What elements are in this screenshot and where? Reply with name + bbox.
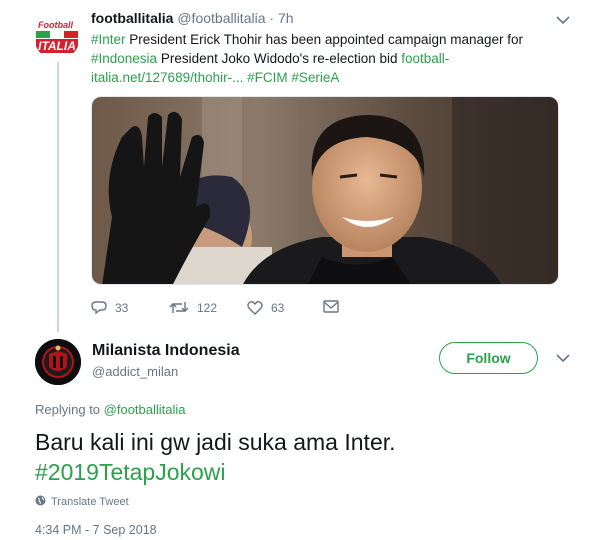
tweet1-photo[interactable]	[91, 96, 559, 285]
hashtag-2019tetapjokowi[interactable]: #2019TetapJokowi	[35, 457, 575, 487]
replying-to-handle[interactable]: @footballitalia	[104, 402, 186, 417]
message-icon	[323, 300, 339, 313]
like-count: 63	[271, 300, 285, 315]
tweet2-text: Baru kali ini gw jadi suka ama Inter. #2…	[35, 427, 575, 487]
translate-tweet[interactable]: Translate Tweet	[35, 495, 129, 509]
chevron-down-icon[interactable]	[556, 15, 572, 27]
tweet2-text-line: Baru kali ini gw jadi suka ama Inter.	[35, 429, 396, 455]
tweet1-time[interactable]: 7h	[278, 10, 294, 26]
retweet-count: 122	[197, 300, 218, 315]
reply-action[interactable]: 33	[91, 300, 128, 315]
hashtag-seriea[interactable]: #SerieA	[291, 70, 339, 85]
footballitalia-avatar[interactable]: Football ITALIA	[34, 14, 80, 60]
tweet1-author-handle[interactable]: @footballitalia	[177, 10, 265, 26]
avatar-logo-text-bottom: ITALIA	[36, 39, 78, 53]
thread-connector-line	[57, 62, 59, 332]
chevron-down-icon[interactable]	[556, 353, 572, 365]
replying-to-prefix: Replying to	[35, 402, 104, 417]
avatar-flag-stripe	[36, 31, 78, 38]
retweet-action[interactable]: 122	[169, 300, 217, 315]
avatar-logo-text-top: Football	[38, 20, 73, 30]
tweet2-timestamp[interactable]: 4:34 PM - 7 Sep 2018	[35, 523, 157, 537]
hashtag-inter[interactable]: #Inter	[91, 32, 126, 47]
replying-to: Replying to @footballitalia	[35, 402, 186, 417]
reply-icon	[91, 300, 107, 315]
retweet-icon	[169, 300, 189, 315]
hashtag-fcim[interactable]: #FCIM	[247, 70, 288, 85]
translate-label: Translate Tweet	[51, 496, 129, 508]
like-icon	[247, 300, 263, 315]
tweet2-author-handle[interactable]: @addict_milan	[92, 364, 178, 379]
tweet1-author-name[interactable]: footballitalia	[91, 10, 173, 26]
tweet1-separator: ·	[269, 10, 275, 26]
tweet2-author-name[interactable]: Milanista Indonesia	[92, 342, 240, 360]
tweet1-text: #Inter President Erick Thohir has been a…	[91, 30, 551, 87]
hashtag-indonesia[interactable]: #Indonesia	[91, 51, 157, 66]
globe-icon	[35, 495, 46, 509]
tweet1-text-segment: President Joko Widodo's re-election bid	[157, 51, 402, 66]
like-action[interactable]: 63	[247, 300, 284, 315]
reply-count: 33	[115, 300, 129, 315]
follow-button[interactable]: Follow	[439, 342, 538, 374]
milanista-indonesia-avatar[interactable]	[35, 339, 81, 385]
tweet1-text-segment: President Erick Thohir has been appointe…	[125, 32, 524, 47]
direct-message-action[interactable]	[323, 300, 339, 313]
tweet1-header: footballitalia @footballitalia · 7h	[91, 10, 294, 26]
